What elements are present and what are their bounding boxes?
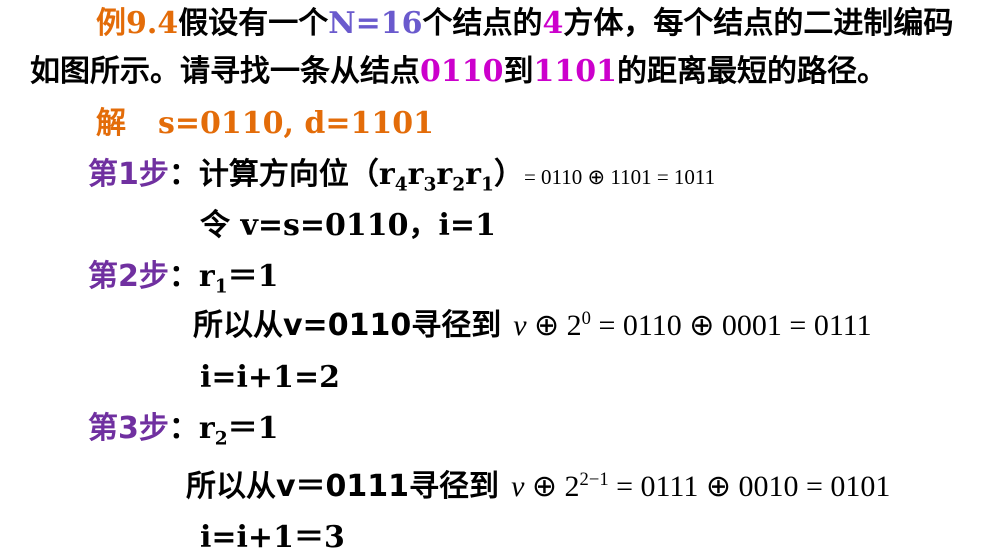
- step1-text: 计算方向位（: [198, 157, 379, 192]
- problem-text-a: 假设有一个: [178, 6, 329, 41]
- step2-line: 第2步：r1＝1: [88, 257, 279, 297]
- problem-text-b: 个结点的: [422, 6, 543, 41]
- r3: r3: [407, 157, 437, 196]
- cube-dimension: 4: [542, 6, 564, 41]
- example-label: 例9.4: [96, 6, 179, 41]
- step2-increment-line: i=i+1=2: [200, 358, 340, 398]
- r2: r2: [436, 157, 466, 196]
- step2-route-line: 所以从v=0110寻径到 v ⊕ 20 = 0110 ⊕ 0001 = 0111: [193, 306, 872, 346]
- problem-text-f: 的距离最短的路径。: [617, 54, 887, 89]
- problem-text-d: 如图所示。请寻找一条从结点: [30, 54, 420, 89]
- problem-line-1: 例9.4假设有一个N=16个结点的4方体，每个结点的二进制编码: [96, 4, 953, 44]
- r2-condition: r2＝1: [198, 411, 279, 450]
- step2-colon: ：: [168, 259, 199, 294]
- source-node: 0110: [420, 54, 504, 89]
- step1-line: 第1步：计算方向位（r4r3r2r1）= 0110 ⊕ 1101 = 1011: [88, 155, 715, 197]
- step3-colon: ：: [168, 411, 199, 446]
- step1-colon: ：: [168, 157, 199, 192]
- r4: r4: [378, 157, 408, 196]
- step3-route-text: 所以从v＝0111寻径到: [186, 469, 500, 504]
- solution-given: s=0110, d=1101: [158, 106, 435, 141]
- r1-condition: r1＝1: [198, 259, 279, 298]
- step3-increment: i=i+1＝3: [200, 520, 345, 555]
- direction-equation: = 0110 ⊕ 1101 = 1011: [523, 165, 716, 189]
- problem-text-e: 到: [503, 54, 534, 89]
- solution-label: 解: [96, 106, 126, 141]
- step1-label: 第1步: [88, 157, 169, 192]
- step1-init: 令 v=s=0110，i=1: [200, 208, 496, 243]
- r1: r1: [465, 157, 494, 196]
- step1-init-line: 令 v=s=0110，i=1: [200, 206, 496, 246]
- step2-equation: v ⊕ 20 = 0110 ⊕ 0001 = 0111: [513, 307, 872, 342]
- step3-increment-line: i=i+1＝3: [200, 518, 345, 558]
- step3-route-line: 所以从v＝0111寻径到 v ⊕ 22−1 = 0111 ⊕ 0010 = 010…: [186, 467, 890, 507]
- node-count: N=16: [328, 6, 423, 41]
- destination-node: 1101: [533, 54, 618, 89]
- step2-increment: i=i+1=2: [200, 360, 340, 395]
- step2-route-text: 所以从v=0110寻径到: [193, 308, 502, 343]
- step3-equation: v ⊕ 22−1 = 0111 ⊕ 0010 = 0101: [511, 468, 891, 503]
- problem-line-2: 如图所示。请寻找一条从结点0110到1101的距离最短的路径。: [30, 52, 887, 92]
- step1-close: ）: [493, 157, 524, 192]
- step2-label: 第2步: [88, 259, 169, 294]
- solution-line: 解 s=0110, d=1101: [96, 104, 434, 144]
- step3-line: 第3步：r2＝1: [88, 409, 279, 449]
- step3-label: 第3步: [88, 411, 169, 446]
- problem-text-c: 方体，每个结点的二进制编码: [563, 6, 954, 41]
